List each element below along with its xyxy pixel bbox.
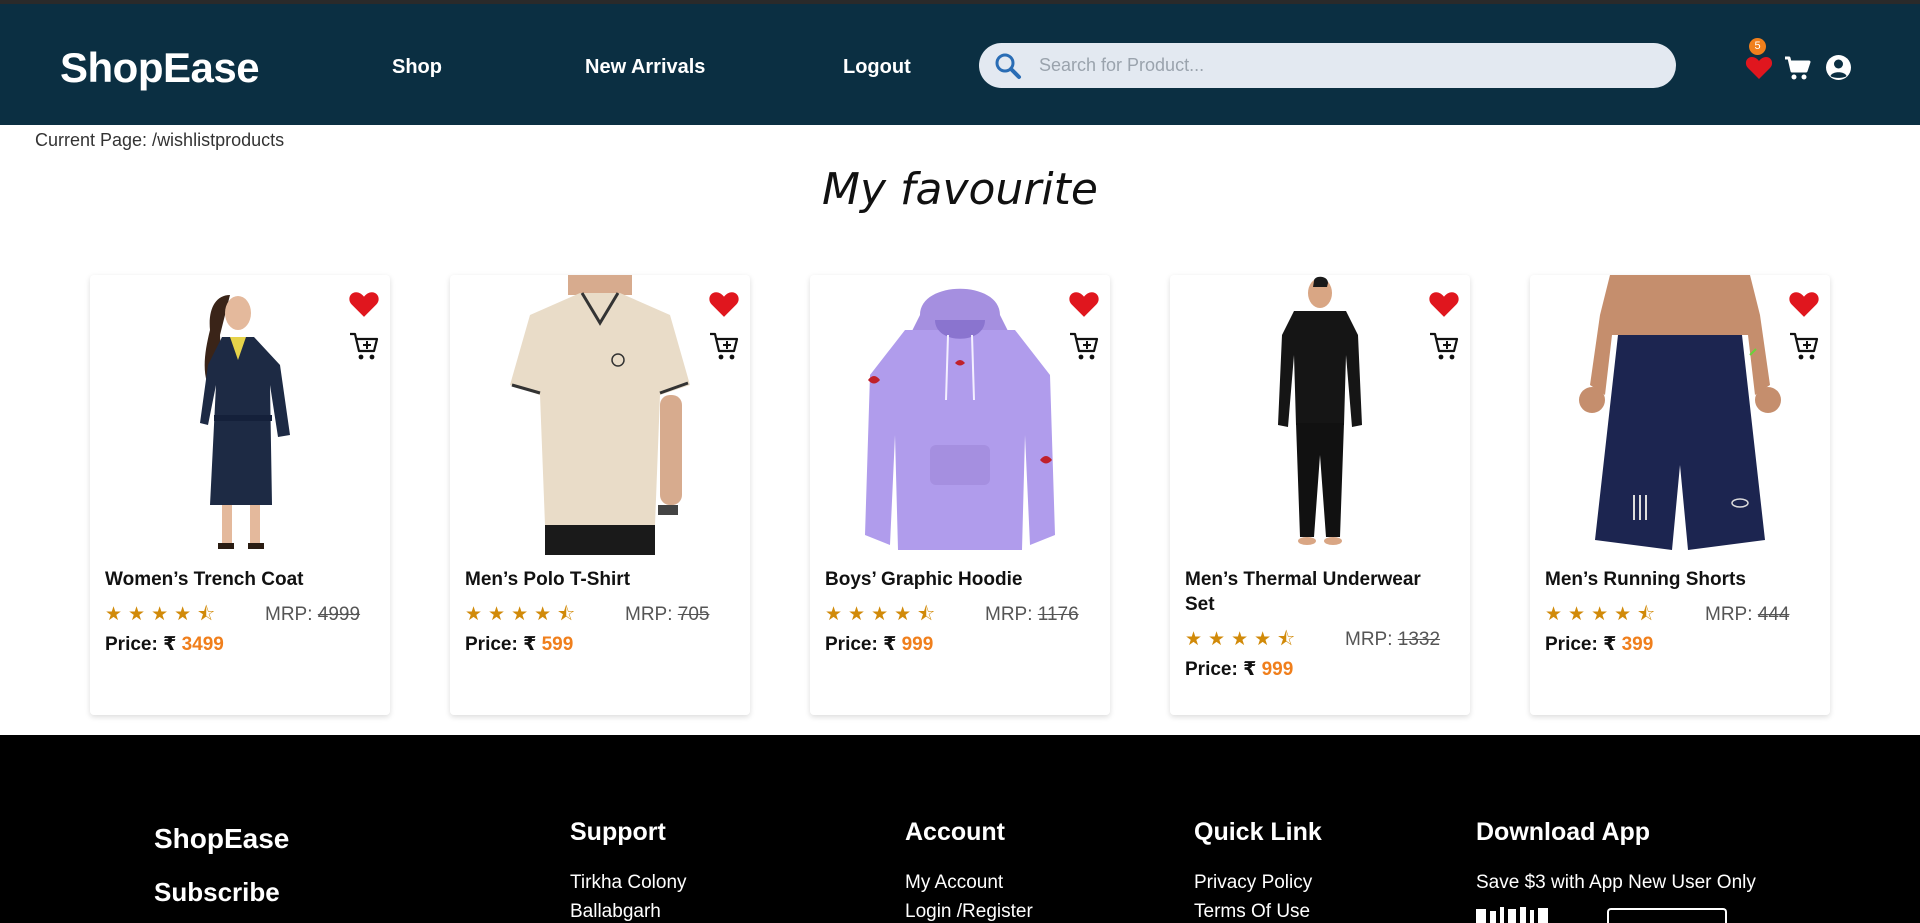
price-value: 399 bbox=[1621, 634, 1654, 655]
nav-link-logout[interactable]: Logout bbox=[843, 56, 911, 79]
qr-code-icon bbox=[1476, 907, 1548, 923]
price-label: Price: ₹ bbox=[465, 634, 542, 655]
mrp-label: MRP: bbox=[1705, 604, 1753, 625]
product-title[interactable]: Men’s Polo T-Shirt bbox=[465, 567, 735, 592]
footer: ShopEase Subscribe Support Tirkha Colony… bbox=[0, 735, 1920, 923]
add-to-cart-icon[interactable] bbox=[1788, 330, 1820, 362]
footer-download-text: Save $3 with App New User Only bbox=[1476, 872, 1756, 893]
favourite-heart-icon[interactable] bbox=[1788, 290, 1820, 318]
user-icon[interactable] bbox=[1825, 54, 1852, 81]
add-to-cart-icon[interactable] bbox=[348, 330, 380, 362]
wishlist-count-badge: 5 bbox=[1749, 38, 1766, 55]
current-page-label: Current Page: /wishlistproducts bbox=[35, 130, 285, 150]
product-mrp: MRP: 4999 bbox=[265, 602, 360, 628]
footer-brand: ShopEase bbox=[154, 823, 290, 854]
search-icon[interactable] bbox=[994, 52, 1022, 80]
price-value: 599 bbox=[541, 634, 574, 655]
add-to-cart-icon[interactable] bbox=[708, 330, 740, 362]
page-title: My favourite bbox=[822, 164, 1098, 215]
mrp-label: MRP: bbox=[985, 604, 1033, 625]
mrp-value: 705 bbox=[677, 604, 710, 625]
cart-icon[interactable] bbox=[1784, 55, 1812, 81]
mrp-value: 1332 bbox=[1397, 629, 1441, 650]
rating-stars: ★★★★⯪ bbox=[1185, 629, 1302, 650]
footer-download-heading: Download App bbox=[1476, 818, 1651, 846]
product-mrp: MRP: 705 bbox=[625, 602, 709, 628]
product-title[interactable]: Men’s Running Shorts bbox=[1545, 567, 1815, 592]
footer-subscribe-heading: Subscribe bbox=[154, 877, 280, 907]
price-label: Price: ₹ bbox=[105, 634, 182, 655]
product-mrp: MRP: 1176 bbox=[985, 602, 1079, 628]
mrp-label: MRP: bbox=[1345, 629, 1393, 650]
product-title[interactable]: Boys’ Graphic Hoodie bbox=[825, 567, 1095, 592]
add-to-cart-icon[interactable] bbox=[1068, 330, 1100, 362]
search-bar bbox=[979, 43, 1676, 88]
footer-link-login-register[interactable]: Login /Register bbox=[905, 901, 1033, 923]
mrp-value: 4999 bbox=[317, 604, 361, 625]
product-card[interactable]: Men’s Running Shorts ★★★★⯪ MRP: 444 Pric… bbox=[1530, 275, 1830, 715]
rating-stars: ★★★★⯪ bbox=[465, 604, 582, 625]
nav-link-shop[interactable]: Shop bbox=[392, 56, 442, 79]
footer-account-heading: Account bbox=[905, 818, 1005, 846]
product-image-polo-shirt[interactable] bbox=[490, 275, 710, 555]
product-title[interactable]: Women’s Trench Coat bbox=[105, 567, 375, 592]
product-price: Price: ₹ 3499 bbox=[105, 632, 375, 658]
app-store-button[interactable] bbox=[1607, 908, 1727, 923]
product-card[interactable]: Women’s Trench Coat ★★★★⯪ MRP: 4999 Pric… bbox=[90, 275, 390, 715]
product-image-running-shorts[interactable] bbox=[1570, 275, 1790, 555]
footer-link-privacy-policy[interactable]: Privacy Policy bbox=[1194, 872, 1312, 894]
price-label: Price: ₹ bbox=[1185, 659, 1262, 680]
product-image-hoodie[interactable] bbox=[850, 275, 1070, 555]
footer-link-my-account[interactable]: My Account bbox=[905, 872, 1003, 894]
favourite-heart-icon[interactable] bbox=[1428, 290, 1460, 318]
mrp-label: MRP: bbox=[265, 604, 313, 625]
favourite-heart-icon[interactable] bbox=[708, 290, 740, 318]
product-image-thermal-set[interactable] bbox=[1210, 275, 1430, 555]
product-card[interactable]: Boys’ Graphic Hoodie ★★★★⯪ MRP: 1176 Pri… bbox=[810, 275, 1110, 715]
favourite-heart-icon[interactable] bbox=[1068, 290, 1100, 318]
rating-stars: ★★★★⯪ bbox=[105, 604, 222, 625]
product-card[interactable]: Men’s Polo T-Shirt ★★★★⯪ MRP: 705 Price:… bbox=[450, 275, 750, 715]
product-image-trench-coat[interactable] bbox=[130, 275, 350, 555]
mrp-label: MRP: bbox=[625, 604, 673, 625]
product-price: Price: ₹ 599 bbox=[465, 632, 735, 658]
price-label: Price: ₹ bbox=[825, 634, 902, 655]
product-price: Price: ₹ 399 bbox=[1545, 632, 1815, 658]
nav-link-new-arrivals[interactable]: New Arrivals bbox=[585, 56, 705, 79]
product-title[interactable]: Men’s Thermal Underwear Set bbox=[1185, 567, 1455, 617]
product-price: Price: ₹ 999 bbox=[825, 632, 1095, 658]
mrp-value: 1176 bbox=[1037, 604, 1079, 625]
footer-address-line: Tirkha Colony bbox=[570, 872, 687, 893]
rating-stars: ★★★★⯪ bbox=[825, 604, 942, 625]
favourite-heart-icon[interactable] bbox=[348, 290, 380, 318]
price-value: 999 bbox=[1261, 659, 1294, 680]
wishlist-heart-icon[interactable] bbox=[1745, 55, 1773, 80]
add-to-cart-icon[interactable] bbox=[1428, 330, 1460, 362]
product-price: Price: ₹ 999 bbox=[1185, 657, 1455, 683]
navbar: ShopEase Shop New Arrivals Logout 5 bbox=[0, 4, 1920, 125]
product-mrp: MRP: 1332 bbox=[1345, 627, 1440, 653]
product-card[interactable]: Men’s Thermal Underwear Set ★★★★⯪ MRP: 1… bbox=[1170, 275, 1470, 715]
product-mrp: MRP: 444 bbox=[1705, 602, 1789, 628]
footer-address-line: Ballabgarh bbox=[570, 901, 661, 922]
search-input[interactable] bbox=[1039, 49, 1659, 82]
price-value: 999 bbox=[901, 634, 934, 655]
footer-link-terms-of-use[interactable]: Terms Of Use bbox=[1194, 901, 1310, 923]
price-value: 3499 bbox=[181, 634, 224, 655]
footer-quick-link-heading: Quick Link bbox=[1194, 818, 1322, 846]
rating-stars: ★★★★⯪ bbox=[1545, 604, 1662, 625]
price-label: Price: ₹ bbox=[1545, 634, 1622, 655]
footer-support-heading: Support bbox=[570, 818, 666, 846]
logo[interactable]: ShopEase bbox=[60, 44, 260, 92]
mrp-value: 444 bbox=[1757, 604, 1790, 625]
